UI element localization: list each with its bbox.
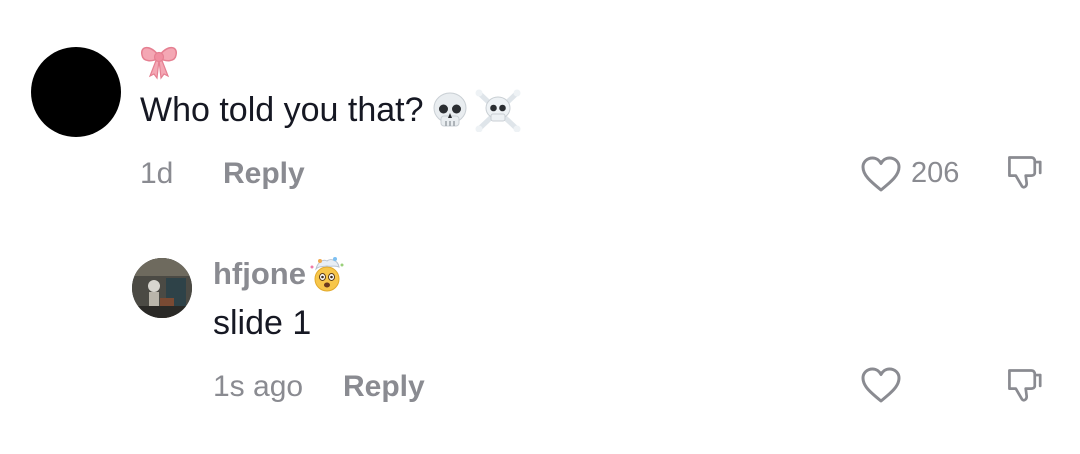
- skull-icon: [433, 92, 467, 127]
- heart-icon[interactable]: [860, 155, 902, 193]
- reply-avatar[interactable]: [132, 258, 192, 318]
- reply-timestamp: 1s ago: [213, 370, 304, 403]
- skull-crossbones-icon: [475, 89, 521, 132]
- like-count: 206: [911, 157, 960, 189]
- avatar-image-icon: [132, 258, 192, 318]
- thumbs-down-icon[interactable]: [1002, 153, 1044, 191]
- ribbon-icon: [141, 46, 177, 80]
- comment-text-label: Who told you that?: [140, 91, 424, 129]
- reply-text: slide 1: [213, 304, 312, 342]
- reply-button[interactable]: Reply: [223, 157, 305, 191]
- reply-to-reply-button[interactable]: Reply: [343, 370, 425, 404]
- reply-username[interactable]: hfjone: [213, 255, 346, 293]
- thumbs-down-icon[interactable]: [1002, 366, 1044, 404]
- heart-icon[interactable]: [860, 366, 902, 404]
- avatar[interactable]: [31, 47, 121, 137]
- exploding-head-icon: [310, 257, 344, 292]
- comment-text: Who told you that?: [140, 88, 522, 132]
- comment-timestamp: 1d: [140, 157, 174, 190]
- username-label: hfjone: [213, 256, 306, 291]
